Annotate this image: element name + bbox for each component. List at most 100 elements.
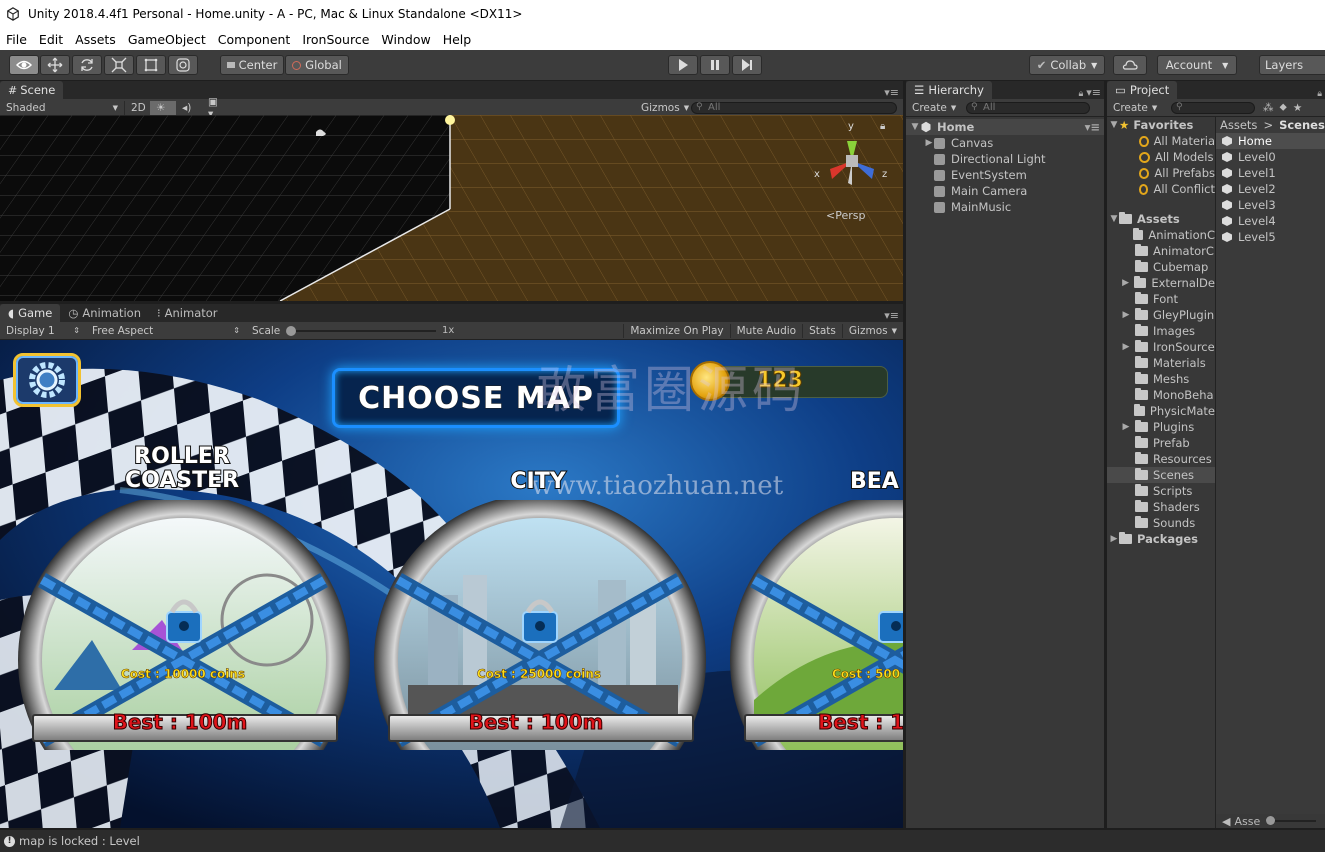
tab-hierarchy[interactable]: ☰ Hierarchy [906, 81, 992, 99]
breadcrumb-scenes[interactable]: Scenes [1279, 118, 1325, 132]
collab-button[interactable]: ✔ Collab ▼ [1029, 55, 1105, 75]
display-dropdown[interactable]: Display 1 ⇕ [0, 324, 86, 338]
tab-game[interactable]: ◖ Game [0, 304, 61, 322]
layers-dropdown[interactable]: Layers [1259, 55, 1325, 75]
asset-folder-materials[interactable]: Materials [1107, 355, 1215, 371]
play-button[interactable] [668, 55, 698, 75]
favorite-item-all-prefabs[interactable]: All Prefabs [1107, 165, 1215, 181]
move-tool-button[interactable] [40, 55, 70, 75]
expand-right-icon[interactable]: ▶ [1121, 310, 1131, 320]
scene-viewport[interactable]: y x z <Persp 🔒︎ [0, 115, 903, 301]
expand-down-icon[interactable]: ▼ [1109, 214, 1119, 224]
asset-folder-plugins[interactable]: ▶ Plugins [1107, 419, 1215, 435]
effects-dropdown[interactable]: ▣ ▾ [202, 96, 232, 120]
toggle-2d-button[interactable]: 2D [124, 100, 150, 115]
account-dropdown[interactable]: Account ▼ [1157, 55, 1237, 75]
expand-right-icon[interactable]: ▶ [1121, 278, 1130, 288]
orientation-gizmo[interactable]: y x z <Persp [812, 121, 892, 222]
scene-gizmos-dropdown[interactable]: Gizmos ▼ [635, 101, 691, 115]
asset-folder-images[interactable]: Images [1107, 323, 1215, 339]
asset-folder-scenes[interactable]: Scenes [1107, 467, 1215, 483]
project-search-input[interactable]: ⚲ [1171, 101, 1255, 114]
menu-assets[interactable]: Assets [69, 32, 122, 47]
scene-file-level3[interactable]: Level3 [1216, 197, 1325, 213]
scene-file-home[interactable]: Home [1216, 133, 1325, 149]
hierarchy-scene-row[interactable]: ▼ Home ▾≡ [906, 119, 1104, 135]
view-tool-button[interactable] [9, 55, 39, 75]
expand-down-icon[interactable]: ▼ [1109, 120, 1119, 130]
expand-right-icon[interactable]: ▶ [1121, 422, 1131, 432]
menu-file[interactable]: File [0, 32, 33, 47]
game-gizmos-dropdown[interactable]: Gizmos ▼ [841, 323, 903, 338]
menu-component[interactable]: Component [212, 32, 297, 47]
asset-folder-externalde[interactable]: ▶ ExternalDe [1107, 275, 1215, 291]
expand-right-icon[interactable]: ▶ [1121, 342, 1131, 352]
menu-gameobject[interactable]: GameObject [122, 32, 212, 47]
lighting-toggle[interactable]: ☀ [150, 100, 176, 115]
favorite-item-all-models[interactable]: All Models [1107, 149, 1215, 165]
settings-button[interactable] [13, 353, 81, 407]
tab-project[interactable]: ▭ Project [1107, 81, 1178, 99]
expand-right-icon[interactable]: ▶ [1109, 534, 1119, 544]
menu-ironsource[interactable]: IronSource [296, 32, 375, 47]
menu-help[interactable]: Help [437, 32, 478, 47]
scale-slider[interactable] [286, 324, 436, 338]
filter-by-label-icon[interactable]: ⬥ [1280, 101, 1287, 114]
panel-menu-icon[interactable]: ▾≡ [884, 86, 899, 99]
pivot-center-button[interactable]: Center [220, 55, 284, 75]
breadcrumb-assets[interactable]: Assets [1220, 118, 1257, 132]
hierarchy-item-canvas[interactable]: ▶ Canvas [906, 135, 1104, 151]
lock-icon[interactable]: 🔒︎ [1317, 89, 1322, 99]
scene-file-level0[interactable]: Level0 [1216, 149, 1325, 165]
assets-root-folder[interactable]: ▼ Assets [1107, 211, 1215, 227]
expand-down-icon[interactable]: ▼ [910, 122, 920, 132]
rotate-tool-button[interactable] [72, 55, 102, 75]
hierarchy-item-mainmusic[interactable]: MainMusic [906, 199, 1104, 215]
panel-menu-icon[interactable]: ▾≡ [1086, 86, 1101, 99]
hierarchy-item-main-camera[interactable]: Main Camera [906, 183, 1104, 199]
asset-folder-shaders[interactable]: Shaders [1107, 499, 1215, 515]
pivot-global-button[interactable]: Global [285, 55, 349, 75]
scene-options-icon[interactable]: ▾≡ [1085, 120, 1100, 134]
asset-folder-meshs[interactable]: Meshs [1107, 371, 1215, 387]
hierarchy-item-eventsystem[interactable]: EventSystem [906, 167, 1104, 183]
pause-button[interactable] [700, 55, 730, 75]
asset-folder-scripts[interactable]: Scripts [1107, 483, 1215, 499]
hierarchy-item-directional-light[interactable]: Directional Light [906, 151, 1104, 167]
menu-window[interactable]: Window [375, 32, 436, 47]
cloud-button[interactable] [1113, 55, 1147, 75]
mute-audio-toggle[interactable]: Mute Audio [729, 323, 802, 338]
icon-size-slider-thumb[interactable] [1266, 816, 1276, 825]
asset-folder-sounds[interactable]: Sounds [1107, 515, 1215, 531]
persp-label[interactable]: <Persp [826, 209, 865, 222]
project-create-dropdown[interactable]: Create ▼ [1107, 101, 1171, 115]
shading-mode-dropdown[interactable]: Shaded ▼ [0, 101, 124, 115]
lock-icon[interactable]: 🔒︎ [1078, 89, 1083, 99]
asset-folder-cubemap[interactable]: Cubemap [1107, 259, 1215, 275]
status-bar[interactable]: ! map is locked : Level [0, 830, 1325, 852]
rect-tool-button[interactable] [136, 55, 166, 75]
hierarchy-search-input[interactable]: ⚲ All [966, 101, 1090, 114]
asset-folder-prefab[interactable]: Prefab [1107, 435, 1215, 451]
scene-search-input[interactable]: ⚲ All [691, 101, 897, 114]
panel-menu-icon[interactable]: ▾≡ [884, 309, 899, 322]
scene-file-level5[interactable]: Level5 [1216, 229, 1325, 245]
scale-tool-button[interactable] [104, 55, 134, 75]
asset-folder-font[interactable]: Font [1107, 291, 1215, 307]
asset-folder-physicmate[interactable]: PhysicMate [1107, 403, 1215, 419]
audio-toggle[interactable]: ◂) [176, 101, 202, 115]
asset-folder-monobeha[interactable]: MonoBeha [1107, 387, 1215, 403]
scale-slider-thumb[interactable] [286, 325, 296, 336]
asset-folder-animationc[interactable]: AnimationC [1107, 227, 1215, 243]
tab-animation[interactable]: ◷ Animation [60, 304, 149, 322]
stats-toggle[interactable]: Stats [802, 323, 842, 338]
transform-tool-button[interactable] [168, 55, 198, 75]
lock-icon[interactable]: 🔒︎ [880, 121, 885, 132]
game-viewport[interactable]: CHOOSE MAP 123 敢富圈源码 www.tiaozhuan.net R… [0, 340, 903, 828]
asset-folder-gleyplugin[interactable]: ▶ GleyPlugin [1107, 307, 1215, 323]
asset-folder-ironsource[interactable]: ▶ IronSource [1107, 339, 1215, 355]
maximize-on-play-toggle[interactable]: Maximize On Play [623, 323, 729, 338]
asset-folder-animatorc[interactable]: AnimatorC [1107, 243, 1215, 259]
packages-root-folder[interactable]: ▶ Packages [1107, 531, 1215, 547]
scene-file-level1[interactable]: Level1 [1216, 165, 1325, 181]
